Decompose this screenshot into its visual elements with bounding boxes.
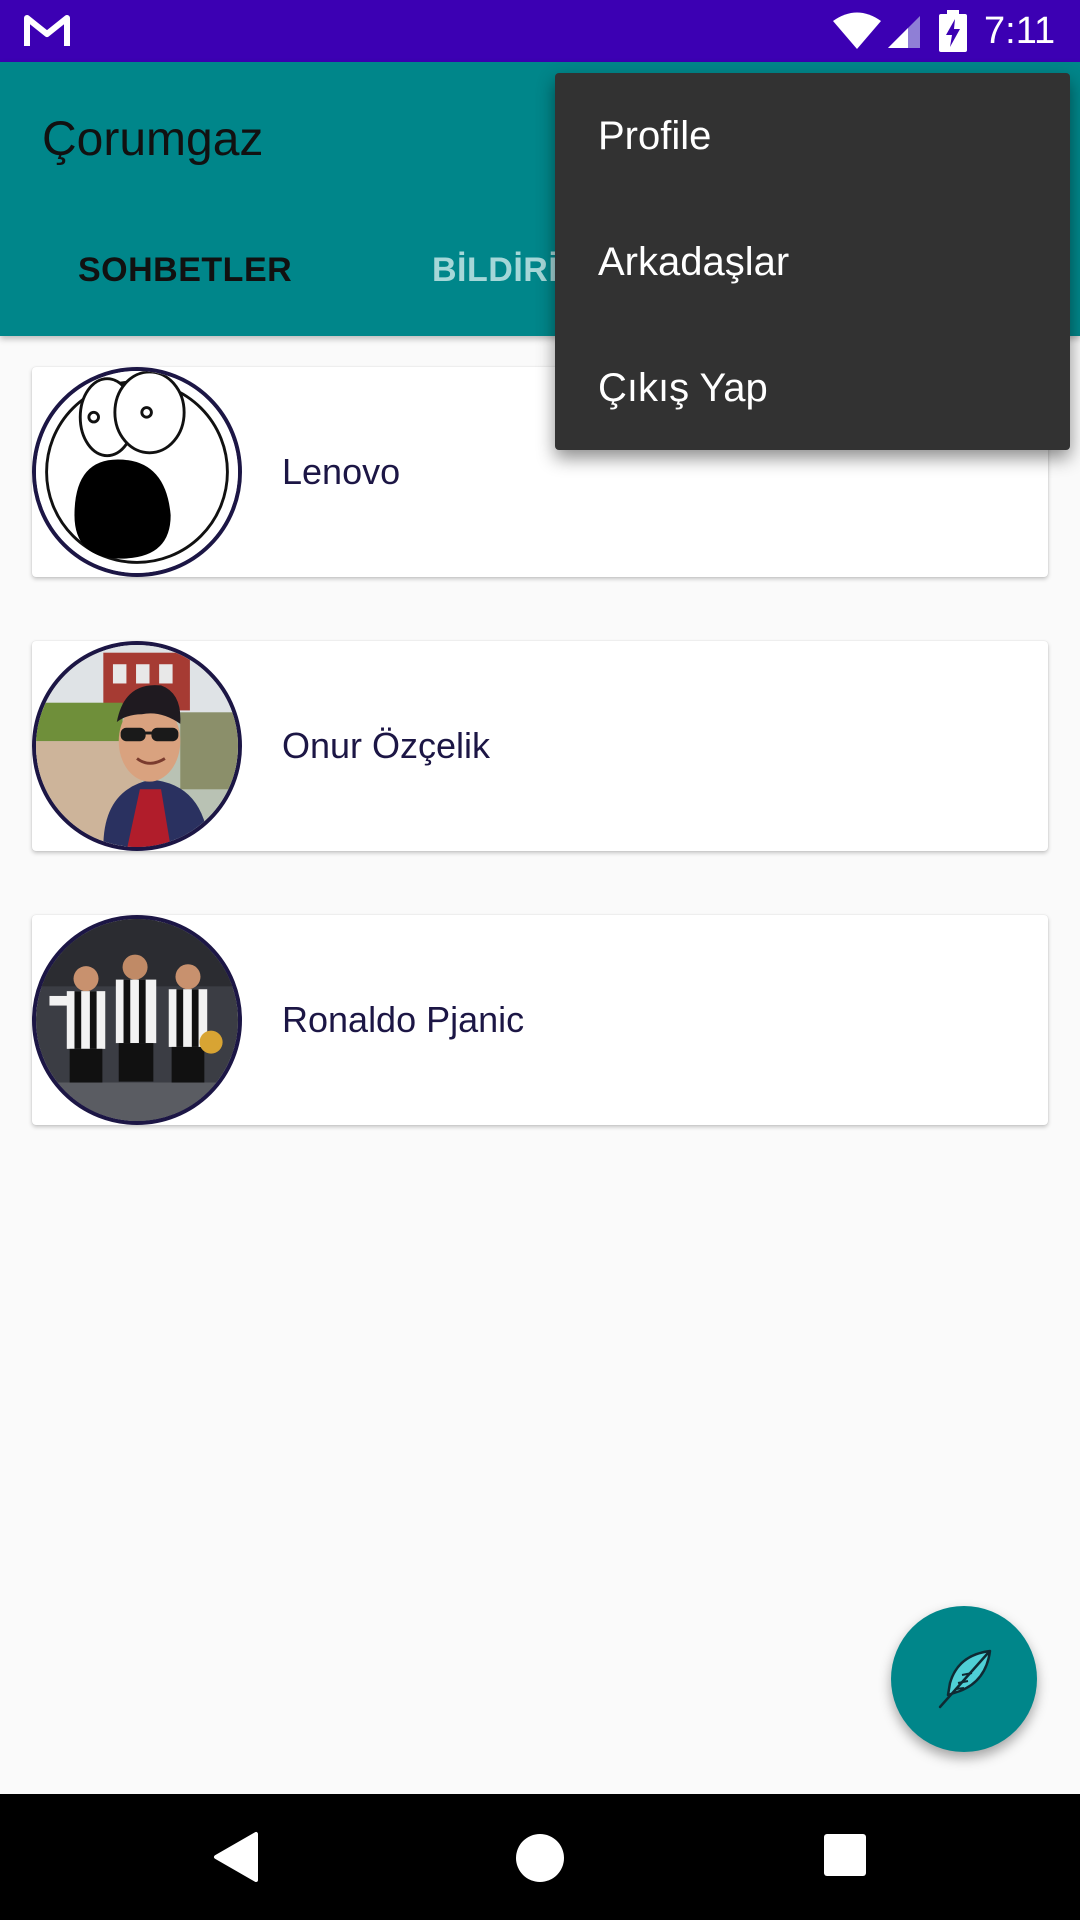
status-clock: 7:11 — [984, 10, 1056, 52]
tab-chats[interactable]: SOHBETLER — [78, 242, 292, 298]
app-title: Çorumgaz — [42, 113, 264, 166]
overflow-menu: Profile Arkadaşlar Çıkış Yap — [555, 73, 1070, 450]
tab-notifications[interactable]: BİLDİRİ — [432, 242, 558, 298]
chat-name: Ronaldo Pjanic — [282, 999, 525, 1040]
home-icon[interactable] — [516, 1834, 564, 1882]
menu-item-friends[interactable]: Arkadaşlar — [555, 199, 1070, 325]
football-players-photo-avatar — [36, 919, 238, 1121]
chat-list-item[interactable]: Onur Özçelik — [32, 641, 1048, 851]
menu-item-profile[interactable]: Profile — [555, 73, 1070, 199]
battery-charging-icon — [939, 10, 967, 52]
recents-icon[interactable] — [824, 1834, 866, 1876]
avatar — [32, 641, 242, 851]
chat-name: Onur Özçelik — [282, 725, 491, 766]
back-icon[interactable] — [212, 1830, 262, 1884]
gmail-icon — [24, 15, 70, 46]
status-bar: 7:11 — [0, 0, 1080, 62]
menu-item-logout[interactable]: Çıkış Yap — [555, 325, 1070, 451]
shocked-face-avatar — [36, 371, 238, 573]
wifi-icon — [833, 12, 881, 49]
avatar — [32, 915, 242, 1125]
navigation-bar — [0, 1794, 1080, 1920]
chat-name: Lenovo — [282, 451, 401, 492]
avatar — [32, 367, 242, 577]
selfie-photo-avatar — [36, 645, 238, 847]
chat-list-item[interactable]: Ronaldo Pjanic — [32, 915, 1048, 1125]
feather-icon — [938, 1649, 992, 1709]
signal-icon — [888, 16, 920, 48]
new-message-fab[interactable] — [891, 1606, 1037, 1752]
